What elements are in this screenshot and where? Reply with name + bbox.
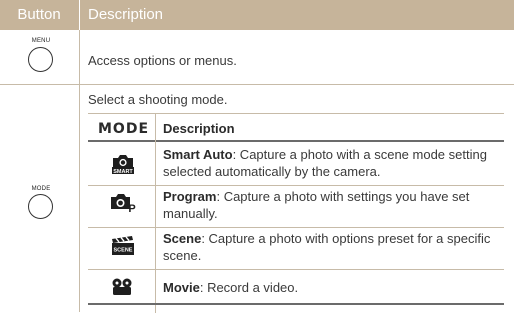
program-name: Program (163, 189, 217, 204)
program-icon: P (109, 191, 137, 218)
movie-text: : Record a video. (199, 280, 299, 295)
inner-header-rule (88, 140, 504, 142)
column-divider (79, 30, 80, 312)
mode-button-label: MODE (31, 186, 51, 192)
program-description: Program: Capture a photo with settings y… (163, 188, 498, 222)
row-rule (88, 185, 504, 186)
scene-description: Scene: Capture a photo with options pres… (163, 230, 498, 264)
smart-auto-name: Smart Auto (163, 147, 233, 162)
inner-table-bottom-rule (88, 303, 504, 305)
menu-description: Access options or menus. (88, 53, 237, 68)
movie-name: Movie (163, 280, 200, 295)
header-button: Button (17, 6, 61, 23)
inner-header-mode: MODE (98, 121, 150, 137)
mode-intro: Select a shooting mode. (88, 92, 228, 107)
row-rule (88, 227, 504, 228)
table-header: Button Description (0, 0, 514, 30)
mode-button-icon (28, 194, 53, 219)
inner-table-top-rule (88, 113, 504, 114)
inner-column-divider (155, 113, 156, 313)
movie-description: Movie: Record a video. (163, 279, 498, 296)
menu-button-icon (28, 47, 53, 72)
scene-icon: SCENE (110, 234, 136, 261)
movie-icon (110, 277, 134, 302)
menu-button-label: MENU (31, 38, 51, 44)
scene-text: : Capture a photo with options preset fo… (163, 231, 491, 263)
header-description: Description (88, 6, 164, 23)
row-divider (0, 84, 514, 85)
scene-name: Scene (163, 231, 202, 246)
smart-auto-icon: SMART (110, 151, 136, 180)
program-icon-text: P (128, 203, 135, 213)
inner-header-description: Description (163, 121, 235, 136)
row-rule (88, 269, 504, 270)
smart-auto-description: Smart Auto: Capture a photo with a scene… (163, 146, 498, 180)
scene-icon-text: SCENE (114, 248, 133, 254)
smart-icon-text: SMART (113, 169, 133, 175)
header-divider (79, 0, 80, 30)
